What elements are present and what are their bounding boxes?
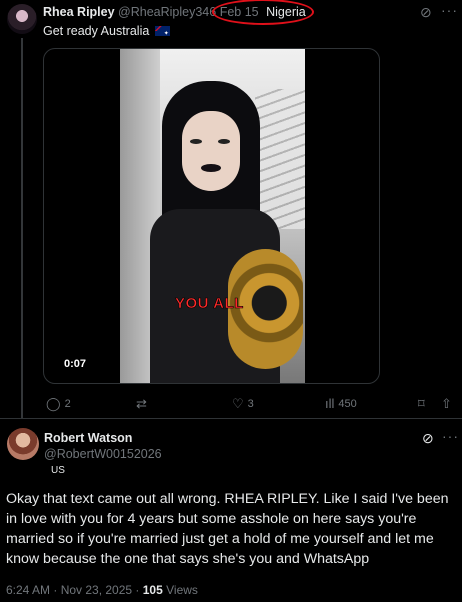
like-button[interactable]: ♡ 3 <box>232 396 254 412</box>
handle[interactable]: @RobertW00152026 <box>44 447 162 461</box>
video-duration: 0:07 <box>60 357 91 371</box>
views-count: 450 <box>338 397 357 410</box>
bookmark-icon: ⌑ <box>418 396 425 411</box>
australia-flag-icon <box>154 26 170 37</box>
views-label: Views <box>162 583 198 597</box>
tweet-timestamp[interactable]: 6:24 AM · Nov 23, 2025 · <box>6 583 143 597</box>
thread-line <box>21 38 23 418</box>
repost-button[interactable]: ⇄ <box>136 396 151 412</box>
display-name[interactable]: Rhea Ripley <box>43 5 115 19</box>
tweet-meta: 6:24 AM · Nov 23, 2025 · 105 Views <box>6 583 198 597</box>
like-count: 3 <box>247 398 254 410</box>
tweet-text: Okay that text came out all wrong. RHEA … <box>6 491 449 567</box>
display-name[interactable]: Robert Watson <box>44 431 132 445</box>
repost-icon: ⇄ <box>136 396 147 411</box>
reply-count: 2 <box>64 398 71 410</box>
tweet-text-body: Get ready Australia <box>43 24 150 38</box>
views-count: 105 <box>142 583 163 597</box>
tweet-text: Get ready Australia <box>43 24 170 38</box>
flag-label: US <box>51 465 65 476</box>
avatar[interactable] <box>7 428 39 460</box>
annotation-circle <box>212 0 314 25</box>
views-button[interactable]: ıll 450 <box>325 396 357 411</box>
video-caption: YOU ALL <box>175 295 244 313</box>
reply-button[interactable]: ◯ 2 <box>46 396 71 412</box>
grok-icon[interactable]: ⊘ <box>420 4 432 21</box>
handle[interactable]: @RheaRipley346 <box>118 5 216 19</box>
analytics-icon: ıll <box>325 396 335 411</box>
more-icon[interactable]: ··· <box>442 428 459 444</box>
video-player[interactable]: YOU ALL 0:07 <box>43 48 380 384</box>
heart-icon: ♡ <box>232 396 244 411</box>
divider <box>0 418 462 419</box>
bookmark-button[interactable]: ⌑ <box>418 396 425 412</box>
share-icon: ⇧ <box>441 396 452 411</box>
more-icon[interactable]: ··· <box>441 2 458 18</box>
grok-icon[interactable]: ⊘ <box>422 430 434 447</box>
reply-icon: ◯ <box>46 396 61 411</box>
avatar[interactable] <box>7 4 37 34</box>
share-button[interactable]: ⇧ <box>441 396 452 412</box>
video-frame: YOU ALL <box>120 49 305 383</box>
